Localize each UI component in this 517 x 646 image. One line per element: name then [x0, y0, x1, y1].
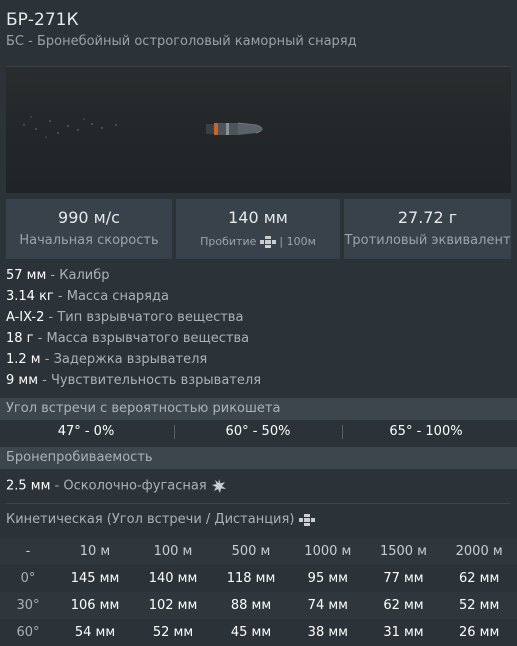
- table-header-row: - 10 м 100 м 500 м 1000 м 1500 м 2000 м: [0, 538, 517, 565]
- column-header: 1500 м: [365, 538, 442, 565]
- property-fuse-delay: 1.2 м - Задержка взрывателя: [6, 352, 208, 367]
- stat-velocity: 990 м/с Начальная скорость: [6, 199, 172, 259]
- table-cell: 52 мм: [152, 625, 194, 640]
- table-cell: 145 мм: [70, 571, 120, 586]
- table-cell: 54 мм: [74, 625, 116, 640]
- table-cell: 62 мм: [458, 571, 500, 586]
- angle-cell: 60°: [16, 625, 40, 640]
- velocity-value: 990 м/с: [58, 208, 120, 227]
- property-mass: 3.14 кг - Масса снаряда: [6, 289, 169, 304]
- he-penetration: 2.5 мм - Осколочно-фугасная: [6, 478, 227, 494]
- penetration-header: Бронепробиваемость: [0, 447, 517, 469]
- angle-cell: 0°: [20, 571, 36, 586]
- crosshair-armor-icon: [298, 513, 315, 526]
- table-cell: 140 мм: [148, 571, 198, 586]
- property-fuse-sensitivity: 9 мм - Чувствительность взрывателя: [6, 373, 262, 388]
- table-row: 60° 54 мм 52 мм 45 мм 38 мм 31 мм 26 мм: [0, 619, 517, 646]
- tnt-value: 27.72 г: [397, 208, 458, 227]
- ricochet-row: 47° - 0% 60° - 50% 65° - 100%: [0, 421, 517, 443]
- shell-properties: 57 мм - Калибр 3.14 кг - Масса снаряда A…: [6, 265, 261, 391]
- table-cell: 106 мм: [56, 592, 134, 619]
- ricochet-item: 47° - 0%: [57, 424, 115, 439]
- table-cell: 88 мм: [212, 592, 290, 619]
- tnt-label: Тротиловый эквивалент: [344, 233, 511, 248]
- table-cell: 77 мм: [383, 571, 424, 586]
- table-cell: 118 мм: [226, 571, 276, 586]
- property-caliber: 57 мм - Калибр: [6, 268, 110, 283]
- ricochet-header: Угол встречи с вероятностью рикошета: [0, 398, 517, 420]
- stat-tnt: 27.72 г Тротиловый эквивалент: [344, 199, 511, 259]
- table-cell: 38 мм: [307, 625, 348, 640]
- explosion-icon: [211, 479, 226, 493]
- table-cell: 31 мм: [383, 625, 424, 640]
- table-cell: 45 мм: [230, 625, 272, 640]
- property-explosive-mass: 18 г - Масса взрывчатого вещества: [6, 331, 250, 346]
- angle-cell: 30°: [0, 592, 56, 619]
- ricochet-item: 60° - 50%: [225, 424, 291, 439]
- shell-title: БР-271К: [6, 10, 79, 30]
- penetration-distance: | 100м: [279, 235, 316, 248]
- penetration-table: - 10 м 100 м 500 м 1000 м 1500 м 2000 м …: [0, 538, 517, 646]
- column-header: 1000 м: [290, 538, 366, 565]
- crosshair-armor-icon: [259, 236, 276, 248]
- column-header: 10 м: [56, 538, 134, 565]
- table-cell: 102 мм: [134, 592, 212, 619]
- table-row: 30° 106 мм 102 мм 88 мм 74 мм 62 мм 52 м…: [0, 592, 517, 619]
- column-header: 500 м: [212, 538, 290, 565]
- ricochet-item: 65° - 100%: [389, 424, 463, 439]
- penetration-label: Пробитие: [200, 235, 257, 248]
- divider: [6, 503, 511, 504]
- table-cell: 26 мм: [458, 625, 500, 640]
- penetration-value: 140 мм: [228, 208, 288, 227]
- table-row: 0° 145 мм 140 мм 118 мм 95 мм 77 мм 62 м…: [0, 565, 517, 592]
- table-cell: 62 мм: [365, 592, 442, 619]
- shell-preview: [6, 66, 511, 193]
- table-cell: 95 мм: [307, 571, 348, 586]
- column-header: 100 м: [134, 538, 212, 565]
- shell-subtitle: БС - Бронебойный остроголовый каморный с…: [6, 34, 357, 49]
- velocity-label: Начальная скорость: [19, 233, 159, 248]
- table-cell: 74 мм: [290, 592, 366, 619]
- stat-penetration: 140 мм Пробитие | 100м: [176, 199, 340, 259]
- shell-model-icon: [206, 122, 263, 135]
- property-explosive-type: A-IX-2 - Тип взрывчатого вещества: [6, 310, 244, 325]
- table-cell: 52 мм: [441, 592, 517, 619]
- column-header: -: [0, 538, 56, 565]
- column-header: 2000 м: [441, 538, 517, 565]
- kinetic-label: Кинетическая (Угол встречи / Дистанция): [6, 512, 315, 527]
